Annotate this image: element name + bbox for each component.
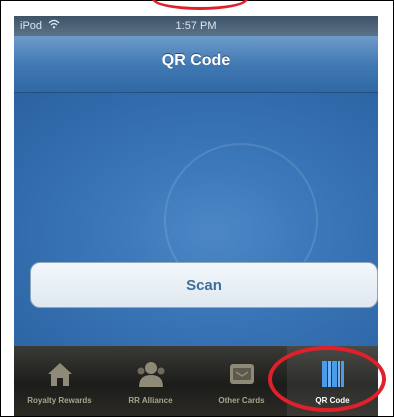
tab-rr-alliance[interactable]: RR Alliance (105, 346, 196, 416)
card-icon (227, 356, 257, 392)
camera-preview (14, 93, 378, 346)
tab-label: Royalty Rewards (27, 396, 92, 405)
status-time: 1:57 PM (175, 20, 217, 32)
scan-button[interactable]: Scan (30, 262, 378, 308)
house-icon (45, 356, 75, 392)
navigation-bar: QR Code (14, 36, 378, 93)
tab-royalty-rewards[interactable]: Royalty Rewards (14, 346, 105, 416)
page-title: QR Code (161, 52, 231, 69)
tab-label: Other Cards (218, 396, 265, 405)
annotation-circle-qr-code (268, 346, 386, 412)
tab-label: RR Alliance (128, 396, 173, 405)
status-bar: iPod 1:57 PM (14, 16, 378, 36)
people-icon (135, 356, 167, 392)
